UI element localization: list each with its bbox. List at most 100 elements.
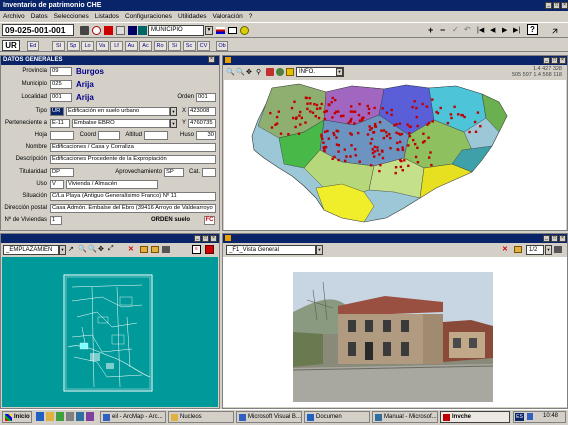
plan-open-icon[interactable] xyxy=(140,246,148,253)
identify-icon[interactable]: ⚲ xyxy=(256,68,261,76)
map-point-marker[interactable] xyxy=(309,102,312,105)
map-point-marker[interactable] xyxy=(357,113,361,117)
map-minimize-button[interactable]: _ xyxy=(543,57,550,64)
map-icon[interactable] xyxy=(138,26,147,35)
lamp-icon[interactable] xyxy=(240,26,249,35)
map-point-marker[interactable] xyxy=(314,115,317,118)
map-point-marker[interactable] xyxy=(320,102,323,106)
pan-icon[interactable]: ✥ xyxy=(246,68,252,76)
map-point-marker[interactable] xyxy=(368,125,371,128)
map-point-marker[interactable] xyxy=(409,125,412,129)
map-point-marker[interactable] xyxy=(357,131,360,135)
map-point-marker[interactable] xyxy=(337,158,340,162)
help-icon[interactable]: ? xyxy=(527,24,538,35)
map-point-marker[interactable] xyxy=(385,134,389,138)
map-point-marker[interactable] xyxy=(342,114,345,117)
map-point-marker[interactable] xyxy=(461,114,464,117)
taskbar-task[interactable]: Documen xyxy=(304,411,370,423)
photo-open-icon[interactable] xyxy=(514,246,522,253)
photo-page-combo[interactable]: 1/2 xyxy=(526,245,544,255)
huso-field[interactable]: 30 xyxy=(196,131,216,140)
taskbar-task[interactable]: eil - ArcMap - Arc... xyxy=(100,411,166,423)
map-point-marker[interactable] xyxy=(403,159,406,162)
plan-print-icon[interactable] xyxy=(162,246,170,253)
edit-button[interactable]: Ed xyxy=(27,41,39,51)
start-button[interactable]: Inicio xyxy=(2,411,32,423)
map-point-marker[interactable] xyxy=(366,133,370,136)
ob-button[interactable]: Ob xyxy=(216,41,228,51)
map-point-marker[interactable] xyxy=(473,120,477,124)
orden-field[interactable]: 001 xyxy=(196,93,216,102)
map-close-button[interactable]: × xyxy=(559,57,566,64)
plan-select-icon[interactable]: ↗ xyxy=(68,245,74,253)
map-point-marker[interactable] xyxy=(394,166,398,169)
plan-minimize-button[interactable]: _ xyxy=(194,235,201,242)
map-point-marker[interactable] xyxy=(335,143,339,146)
map-point-marker[interactable] xyxy=(350,105,353,108)
quicklaunch-desktop-icon[interactable] xyxy=(46,412,54,421)
map-point-marker[interactable] xyxy=(395,123,398,126)
map-point-marker[interactable] xyxy=(358,160,361,163)
map-point-marker[interactable] xyxy=(415,115,418,119)
map-point-marker[interactable] xyxy=(358,119,362,122)
map-point-marker[interactable] xyxy=(421,102,424,106)
menu-item[interactable]: Archivo xyxy=(3,13,25,20)
form-close-button[interactable]: × xyxy=(208,56,215,63)
map-point-marker[interactable] xyxy=(372,131,375,134)
map-point-marker[interactable] xyxy=(335,136,338,139)
map-point-marker[interactable] xyxy=(367,107,371,111)
map-point-marker[interactable] xyxy=(290,106,294,110)
hoja-field[interactable] xyxy=(50,131,74,140)
map-point-marker[interactable] xyxy=(431,98,434,101)
descripcion-field[interactable]: Edificaciones Procedente de la Expropiac… xyxy=(50,155,216,164)
select-icon[interactable] xyxy=(286,68,294,76)
combo-arrow-icon[interactable]: ▼ xyxy=(205,26,213,35)
menu-item[interactable]: Listados xyxy=(95,13,119,20)
map-point-marker[interactable] xyxy=(275,122,279,125)
map-point-marker[interactable] xyxy=(390,113,393,117)
map-point-marker[interactable] xyxy=(298,114,301,117)
map-point-marker[interactable] xyxy=(351,110,355,113)
map-point-marker[interactable] xyxy=(380,149,384,152)
map-point-marker[interactable] xyxy=(331,96,334,100)
tipo-field[interactable]: Edificación en suelo urbano xyxy=(66,107,170,116)
print-icon[interactable] xyxy=(80,26,89,35)
fc-icon[interactable]: FC xyxy=(204,216,215,225)
minus-icon[interactable]: − xyxy=(440,25,445,35)
map-point-marker[interactable] xyxy=(339,114,343,118)
map-point-marker[interactable] xyxy=(323,149,326,153)
layer-icon[interactable] xyxy=(266,68,274,76)
zoom-in-icon[interactable]: 🔍 xyxy=(226,68,235,76)
check-icon[interactable]: ✓ xyxy=(452,25,459,34)
map-point-marker[interactable] xyxy=(358,102,361,106)
plan-zoom-in-icon[interactable]: 🔍 xyxy=(78,245,87,253)
map-point-marker[interactable] xyxy=(327,103,330,106)
map-point-marker[interactable] xyxy=(476,111,480,114)
map-point-marker[interactable] xyxy=(323,118,327,121)
nombre-field[interactable]: Edificaciones / Casa y Corraliza xyxy=(50,143,216,152)
map-point-marker[interactable] xyxy=(449,113,453,116)
plan-folder-icon[interactable] xyxy=(151,246,159,253)
y-field[interactable]: 4760735 xyxy=(188,119,216,128)
map-point-marker[interactable] xyxy=(344,159,347,163)
last-record-icon[interactable]: ▶| xyxy=(513,26,520,34)
coord-field[interactable] xyxy=(98,131,120,140)
plan-delete-icon[interactable]: ✕ xyxy=(128,245,134,253)
map-point-marker[interactable] xyxy=(369,142,372,145)
map-point-marker[interactable] xyxy=(479,125,482,128)
map-point-marker[interactable] xyxy=(332,131,335,135)
municipio-code[interactable]: 025 xyxy=(50,80,72,89)
map-point-marker[interactable] xyxy=(373,145,376,149)
map-point-marker[interactable] xyxy=(374,122,377,126)
plan-zoom-out-icon[interactable]: 🔍 xyxy=(88,245,97,253)
map-point-marker[interactable] xyxy=(380,129,383,132)
map-point-marker[interactable] xyxy=(414,155,418,159)
taskbar-task[interactable]: Manual - Microsof... xyxy=(372,411,438,423)
map-point-marker[interactable] xyxy=(401,146,404,149)
map-point-marker[interactable] xyxy=(457,113,460,116)
undo-icon[interactable]: ↶ xyxy=(464,25,471,34)
photo-print-icon[interactable] xyxy=(554,246,562,253)
map-point-marker[interactable] xyxy=(320,135,323,138)
map-point-marker[interactable] xyxy=(416,124,419,128)
map-point-marker[interactable] xyxy=(369,164,373,167)
